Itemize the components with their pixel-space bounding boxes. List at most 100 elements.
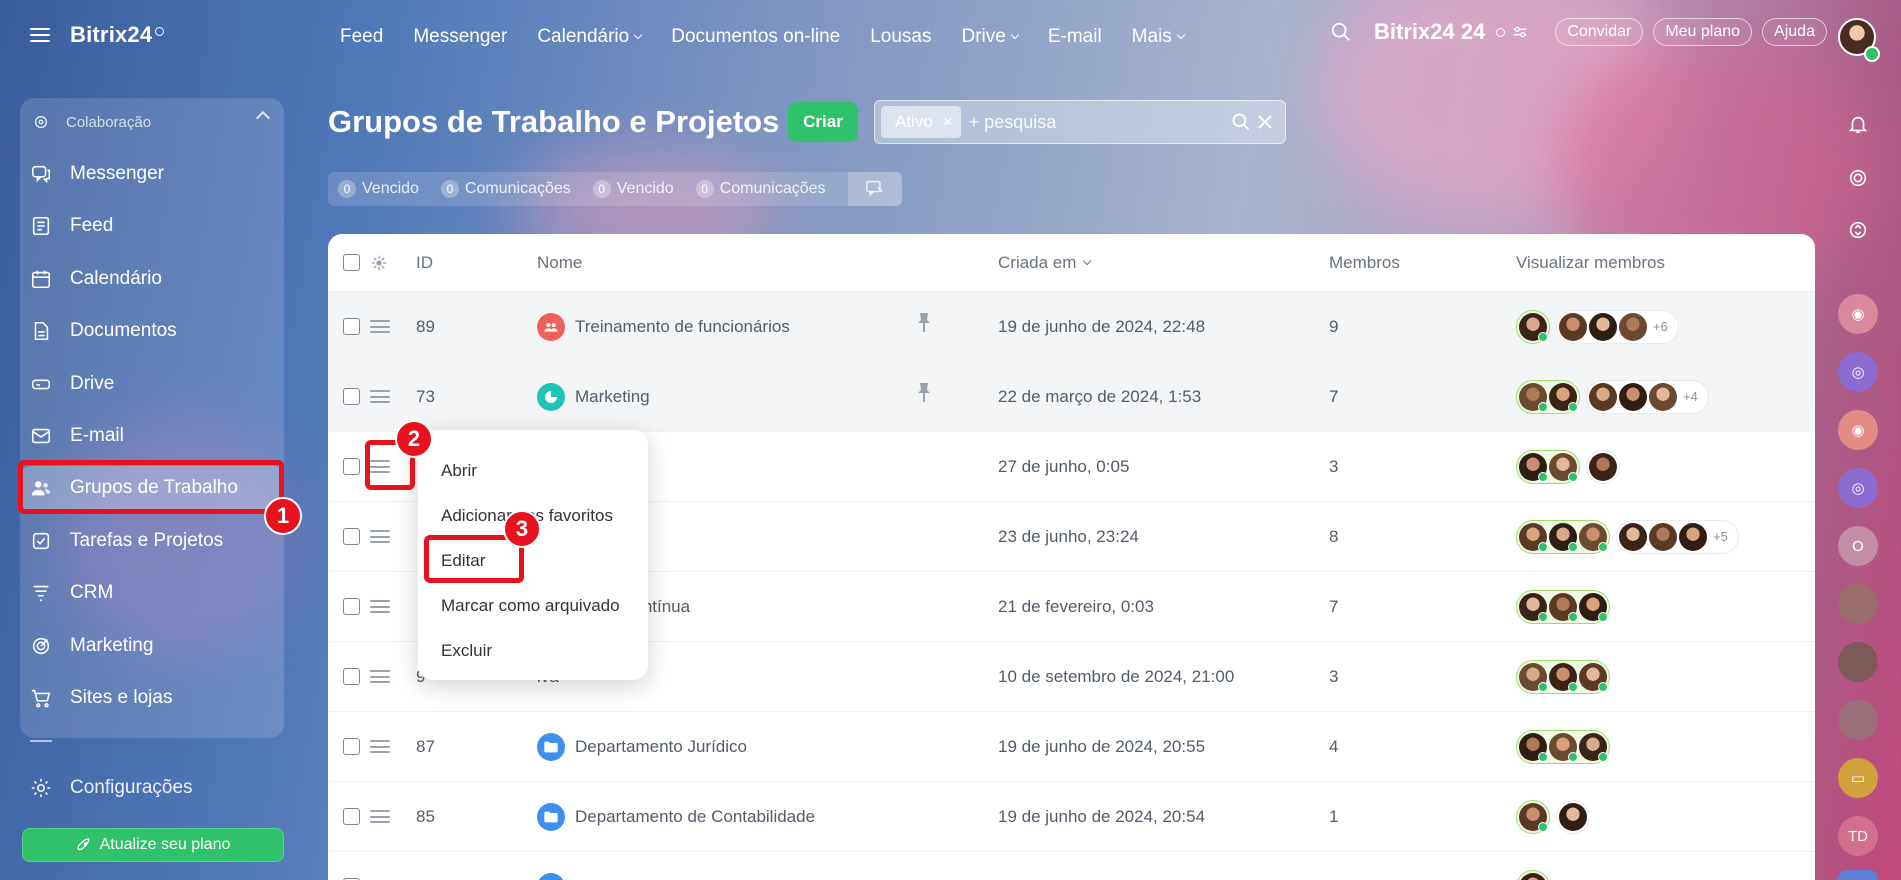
- gear-icon[interactable]: [371, 255, 387, 271]
- brand-name[interactable]: Bitrix24: [70, 22, 152, 47]
- pin-icon[interactable]: [916, 382, 932, 404]
- bell-icon[interactable]: [1838, 104, 1878, 144]
- menu-icon[interactable]: [30, 28, 50, 42]
- row-checkbox[interactable]: [343, 318, 360, 335]
- table-row[interactable]: 83 Departamento de Informática 19 de junho…: [328, 852, 1815, 880]
- member-avatar[interactable]: [1519, 872, 1547, 880]
- settings-sliders-icon[interactable]: [1511, 23, 1529, 41]
- menu-item-open[interactable]: Abrir: [418, 448, 648, 493]
- member-avatar[interactable]: [1579, 592, 1608, 622]
- topnav-item-e-mail[interactable]: E-mail: [1048, 26, 1102, 48]
- contact-avatar[interactable]: [1838, 584, 1878, 624]
- more-members-count[interactable]: +4: [1679, 389, 1706, 404]
- channel-icon[interactable]: ◎: [1838, 352, 1878, 392]
- counter-item[interactable]: 0 Comunicações: [440, 180, 571, 198]
- member-avatar[interactable]: [1519, 802, 1548, 832]
- counter-item[interactable]: 0 Vencido: [338, 180, 419, 198]
- row-name[interactable]: Departamento de Informática: [537, 852, 795, 880]
- table-row[interactable]: 85 Departamento de Contabilidade 19 de jun…: [328, 782, 1815, 852]
- member-avatar[interactable]: [1519, 592, 1548, 622]
- contact-avatar[interactable]: O: [1838, 526, 1878, 566]
- copilot-icon[interactable]: [1838, 158, 1878, 198]
- member-avatar[interactable]: [1579, 662, 1608, 692]
- chevron-up-icon[interactable]: [255, 110, 271, 126]
- help-button[interactable]: Ajuda: [1762, 18, 1827, 46]
- sidebar-item-crm[interactable]: CRM: [20, 571, 284, 615]
- member-avatar[interactable]: [1519, 312, 1548, 342]
- create-button[interactable]: Criar: [788, 102, 858, 142]
- sidebar-item-calend-rio[interactable]: Calendário: [20, 257, 284, 301]
- row-menu-icon[interactable]: [370, 740, 390, 753]
- table-row[interactable]: 73 Marketing 22 de março de 2024, 1:53 7 +4: [328, 362, 1815, 432]
- counter-item[interactable]: 0 Vencido: [592, 180, 674, 198]
- filter-chip-active[interactable]: Ativo ×: [881, 106, 961, 138]
- chat-icon[interactable]: ▭: [1838, 758, 1878, 798]
- member-avatar[interactable]: [1549, 522, 1578, 552]
- contact-avatar[interactable]: TD: [1838, 816, 1878, 856]
- member-avatar[interactable]: [1649, 382, 1677, 411]
- sync-icon[interactable]: [1838, 210, 1878, 250]
- upgrade-plan-button[interactable]: Atualize seu plano: [22, 828, 284, 862]
- contact-avatar[interactable]: [1838, 700, 1878, 740]
- row-checkbox[interactable]: [343, 598, 360, 615]
- row-menu-icon[interactable]: [370, 530, 390, 543]
- member-avatar[interactable]: [1619, 522, 1647, 551]
- member-avatar[interactable]: [1559, 802, 1587, 831]
- invite-button[interactable]: Convidar: [1555, 18, 1644, 46]
- sidebar-item-tarefas-e-projetos[interactable]: Tarefas e Projetos: [20, 519, 284, 563]
- row-menu-icon[interactable]: [370, 670, 390, 683]
- group-chat-icon[interactable]: ◉: [1838, 410, 1878, 450]
- row-checkbox[interactable]: [343, 738, 360, 755]
- member-avatar[interactable]: [1549, 382, 1578, 412]
- sidebar-item-sites-e-lojas[interactable]: Sites e lojas: [20, 676, 284, 720]
- sidebar-item-documentos[interactable]: Documentos: [20, 309, 284, 353]
- column-header-members[interactable]: Membros: [1329, 234, 1400, 291]
- row-checkbox[interactable]: [343, 808, 360, 825]
- sidebar-item-e-mail[interactable]: E-mail: [20, 414, 284, 458]
- channel-icon[interactable]: ◎: [1838, 468, 1878, 508]
- column-header-name[interactable]: Nome: [537, 234, 582, 291]
- member-avatar[interactable]: [1589, 382, 1617, 411]
- topnav-item-feed[interactable]: Feed: [340, 26, 383, 48]
- clear-icon[interactable]: [1257, 114, 1273, 130]
- menu-item-delete[interactable]: Excluir: [418, 628, 648, 673]
- more-members-count[interactable]: +6: [1649, 319, 1676, 334]
- nav-group-collaboration[interactable]: Colaboração: [20, 110, 284, 132]
- settings-item[interactable]: Configurações: [20, 770, 284, 806]
- member-avatar[interactable]: [1619, 312, 1647, 341]
- row-menu-icon[interactable]: [370, 390, 390, 403]
- counter-item[interactable]: 0 Comunicações: [695, 180, 826, 198]
- search-icon[interactable]: [1330, 21, 1352, 43]
- row-menu-icon[interactable]: [370, 320, 390, 333]
- my-plan-button[interactable]: Meu plano: [1653, 18, 1753, 46]
- group-chat-icon[interactable]: ◉: [1838, 294, 1878, 334]
- row-name[interactable]: Treinamento de funcionários: [537, 292, 790, 361]
- member-avatar[interactable]: [1579, 732, 1608, 762]
- search-input[interactable]: [968, 111, 1231, 133]
- member-avatar[interactable]: [1549, 452, 1578, 482]
- portal-title[interactable]: Bitrix24 24: [1374, 19, 1485, 45]
- member-avatar[interactable]: [1519, 522, 1548, 552]
- search-icon[interactable]: [1231, 112, 1251, 132]
- topnav-item-calend-rio[interactable]: Calendário: [537, 26, 643, 48]
- member-avatar[interactable]: [1519, 382, 1548, 412]
- member-avatar[interactable]: [1579, 522, 1608, 552]
- topnav-item-messenger[interactable]: Messenger: [413, 26, 507, 48]
- row-name[interactable]: Departamento de Contabilidade: [537, 782, 815, 851]
- filter-search-box[interactable]: Ativo ×: [874, 100, 1286, 144]
- contact-avatar[interactable]: [1838, 642, 1878, 682]
- sidebar-item-feed[interactable]: Feed: [20, 204, 284, 248]
- row-checkbox[interactable]: [343, 528, 360, 545]
- row-checkbox[interactable]: [343, 388, 360, 405]
- sidebar-item-drive[interactable]: Drive: [20, 362, 284, 406]
- row-name[interactable]: Marketing: [537, 362, 650, 431]
- more-members-count[interactable]: +5: [1709, 529, 1736, 544]
- column-header-id[interactable]: ID: [416, 234, 433, 291]
- topnav-item-drive[interactable]: Drive: [961, 26, 1020, 48]
- sidebar-item-messenger[interactable]: Messenger: [20, 152, 284, 196]
- member-avatar[interactable]: [1619, 382, 1647, 411]
- member-avatar[interactable]: [1549, 592, 1578, 622]
- topnav-item-mais[interactable]: Mais: [1132, 26, 1186, 48]
- table-row[interactable]: 89 Treinamento de funcionários 19 de junho…: [328, 292, 1815, 362]
- row-menu-icon[interactable]: [370, 600, 390, 613]
